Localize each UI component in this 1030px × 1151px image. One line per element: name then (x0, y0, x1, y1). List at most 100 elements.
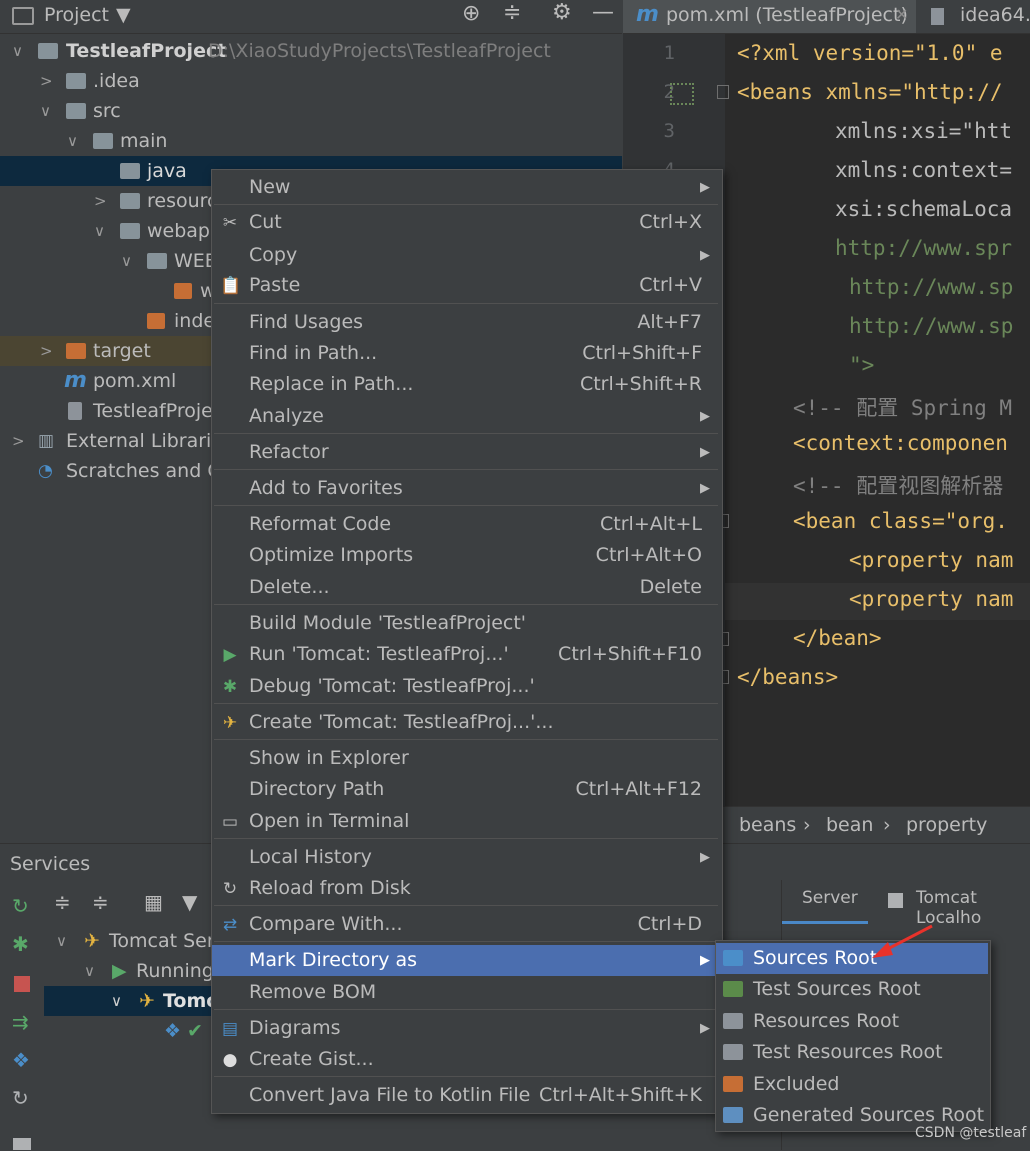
menu-separator (214, 703, 718, 704)
menu-item-label: Paste (249, 274, 301, 296)
chevron-down-icon[interactable]: ∨ (40, 96, 51, 126)
crosshair-icon[interactable]: ⊕ (462, 1, 480, 26)
menu-separator (214, 905, 718, 906)
submenu-item-label: Test Sources Root (753, 978, 921, 1001)
menu-item-directory-path[interactable]: Directory Path Ctrl+Alt+F12 (212, 774, 720, 805)
menu-item-add-to-favorites[interactable]: Add to Favorites ▶ (212, 473, 720, 504)
menu-separator (214, 505, 718, 506)
breadcrumb-item[interactable]: property (906, 814, 987, 836)
tree-item-main[interactable]: ∨ main (0, 126, 622, 156)
collapse-all-icon[interactable]: ≑ (503, 0, 521, 25)
menu-item-new[interactable]: New ▶ (212, 172, 720, 203)
menu-item-refactor[interactable]: Refactor ▶ (212, 437, 720, 468)
chevron-right-icon[interactable]: > (12, 426, 25, 456)
diagram-icon: ▤ (221, 1019, 239, 1039)
tree-item-src[interactable]: ∨ src (0, 96, 622, 126)
submenu-item-test-resources-root[interactable]: Test Resources Root (716, 1037, 988, 1068)
collapse-all-icon[interactable]: ≑ (92, 890, 109, 914)
folder-icon (120, 163, 140, 179)
tab-pom-xml[interactable]: m pom.xml (TestleafProject) ✕ (623, 0, 916, 33)
tree-item-idea[interactable]: > .idea (0, 66, 622, 96)
menu-item-run-tomcat-testleafproj[interactable]: ▶ Run 'Tomcat: TestleafProj...' Ctrl+Shift… (212, 639, 720, 670)
menu-item-analyze[interactable]: Analyze ▶ (212, 401, 720, 432)
menu-item-debug-tomcat-testleafproj[interactable]: ✱ Debug 'Tomcat: TestleafProj...' (212, 671, 720, 702)
iml-file-icon (68, 402, 82, 420)
menu-item-cut[interactable]: ✂ Cut Ctrl+X (212, 207, 720, 238)
minimize-icon[interactable]: — (592, 0, 614, 25)
group-icon[interactable]: ▦ (144, 890, 163, 914)
menu-item-reformat-code[interactable]: Reformat Code Ctrl+Alt+L (212, 509, 720, 540)
menu-item-label: Analyze (249, 405, 324, 427)
fold-marker-icon[interactable] (717, 85, 729, 99)
menu-item-diagrams[interactable]: ▤ Diagrams ▶ (212, 1013, 720, 1044)
menu-item-local-history[interactable]: Local History ▶ (212, 842, 720, 873)
code-line: <beans xmlns="http:// (737, 80, 1003, 104)
menu-item-optimize-imports[interactable]: Optimize Imports Ctrl+Alt+O (212, 540, 720, 571)
menu-item-replace-in-path[interactable]: Replace in Path... Ctrl+Shift+R (212, 369, 720, 400)
menu-item-mark-directory-as[interactable]: Mark Directory as ▶ (212, 945, 720, 976)
tree-item-label: .idea (93, 70, 140, 92)
debug-icon[interactable]: ✱ (12, 932, 29, 956)
menu-item-create-tomcat-testleafproj[interactable]: ✈ Create 'Tomcat: TestleafProj...'... (212, 707, 720, 738)
layout-icon[interactable] (13, 1138, 31, 1150)
refresh-icon[interactable]: ↻ (12, 1086, 29, 1110)
tab-idea64[interactable]: idea64.e (917, 0, 1030, 33)
chevron-down-icon[interactable]: ∨ (111, 986, 122, 1016)
menu-item-label: Cut (249, 211, 282, 233)
menu-item-create-gist[interactable]: ● Create Gist... (212, 1044, 720, 1075)
deploy-icon[interactable]: ⇉ (12, 1010, 29, 1034)
checkmark-icon: ✔ (187, 1020, 203, 1042)
github-icon: ● (222, 1050, 238, 1070)
menu-item-show-in-explorer[interactable]: Show in Explorer (212, 743, 720, 774)
chevron-down-icon[interactable]: ∨ (12, 36, 23, 66)
rerun-icon[interactable]: ↻ (12, 894, 29, 918)
deployment-icon[interactable]: ❖ (12, 1048, 30, 1072)
menu-item-find-in-path[interactable]: Find in Path... Ctrl+Shift+F (212, 338, 720, 369)
chevron-down-icon[interactable]: ∨ (121, 246, 132, 276)
menu-item-delete[interactable]: Delete... Delete (212, 572, 720, 603)
menu-item-label: Replace in Path... (249, 373, 414, 395)
filter-icon[interactable]: ▼ (182, 890, 197, 914)
project-title[interactable]: Project (44, 4, 109, 26)
chevron-down-icon[interactable]: ∨ (67, 126, 78, 156)
stop-icon[interactable] (14, 976, 30, 992)
submenu-item-test-sources-root[interactable]: Test Sources Root (716, 974, 988, 1005)
menu-item-open-in-terminal[interactable]: ▭ Open in Terminal (212, 806, 720, 837)
chevron-down-icon[interactable]: ▼ (116, 4, 131, 26)
menu-item-label: Directory Path (249, 778, 385, 800)
tab-label: Server (802, 888, 858, 908)
tab-tomcat-localhost[interactable]: Tomcat Localho (872, 880, 1030, 928)
tree-item-project-root[interactable]: ∨ TestleafProject D:\XiaoStudyProjects\T… (0, 36, 622, 66)
submenu-arrow-icon: ▶ (700, 481, 710, 496)
chevron-down-icon[interactable]: ∨ (94, 216, 105, 246)
menu-item-label: Find Usages (249, 311, 364, 333)
menu-separator (214, 838, 718, 839)
chevron-down-icon[interactable]: ∨ (84, 956, 95, 986)
submenu-item-excluded[interactable]: Excluded (716, 1069, 988, 1100)
chevron-right-icon: › (883, 814, 891, 836)
module-folder-icon (38, 43, 58, 59)
gear-icon[interactable]: ⚙ (552, 0, 572, 25)
chevron-right-icon[interactable]: > (40, 66, 53, 96)
menu-item-compare-with[interactable]: ⇄ Compare With... Ctrl+D (212, 909, 720, 940)
menu-item-build-module-testleafproject[interactable]: Build Module 'TestleafProject' (212, 608, 720, 639)
breadcrumb-item[interactable]: beans (739, 814, 796, 836)
chevron-right-icon[interactable]: > (94, 186, 107, 216)
menu-item-copy[interactable]: Copy ▶ (212, 240, 720, 271)
close-icon[interactable]: ✕ (895, 5, 908, 24)
menu-item-reload-from-disk[interactable]: ↻ Reload from Disk (212, 873, 720, 904)
menu-item-find-usages[interactable]: Find Usages Alt+F7 (212, 307, 720, 338)
submenu-item-resources-root[interactable]: Resources Root (716, 1006, 988, 1037)
breadcrumb-item[interactable]: bean (826, 814, 873, 836)
menu-item-shortcut: Ctrl+Shift+R (579, 373, 702, 395)
submenu-item-sources-root[interactable]: Sources Root (716, 943, 988, 974)
expand-all-icon[interactable]: ≑ (54, 890, 71, 914)
menu-item-paste[interactable]: 📋 Paste Ctrl+V (212, 270, 720, 301)
menu-separator (214, 604, 718, 605)
menu-item-remove-bom[interactable]: Remove BOM (212, 977, 720, 1008)
chevron-right-icon[interactable]: > (40, 336, 53, 366)
menu-item-convert-java-file-to-kotlin-file[interactable]: Convert Java File to Kotlin File Ctrl+Alt… (212, 1080, 720, 1111)
menu-item-label: Add to Favorites (249, 477, 403, 499)
chevron-down-icon[interactable]: ∨ (56, 926, 67, 956)
tab-server[interactable]: Server (782, 880, 868, 924)
